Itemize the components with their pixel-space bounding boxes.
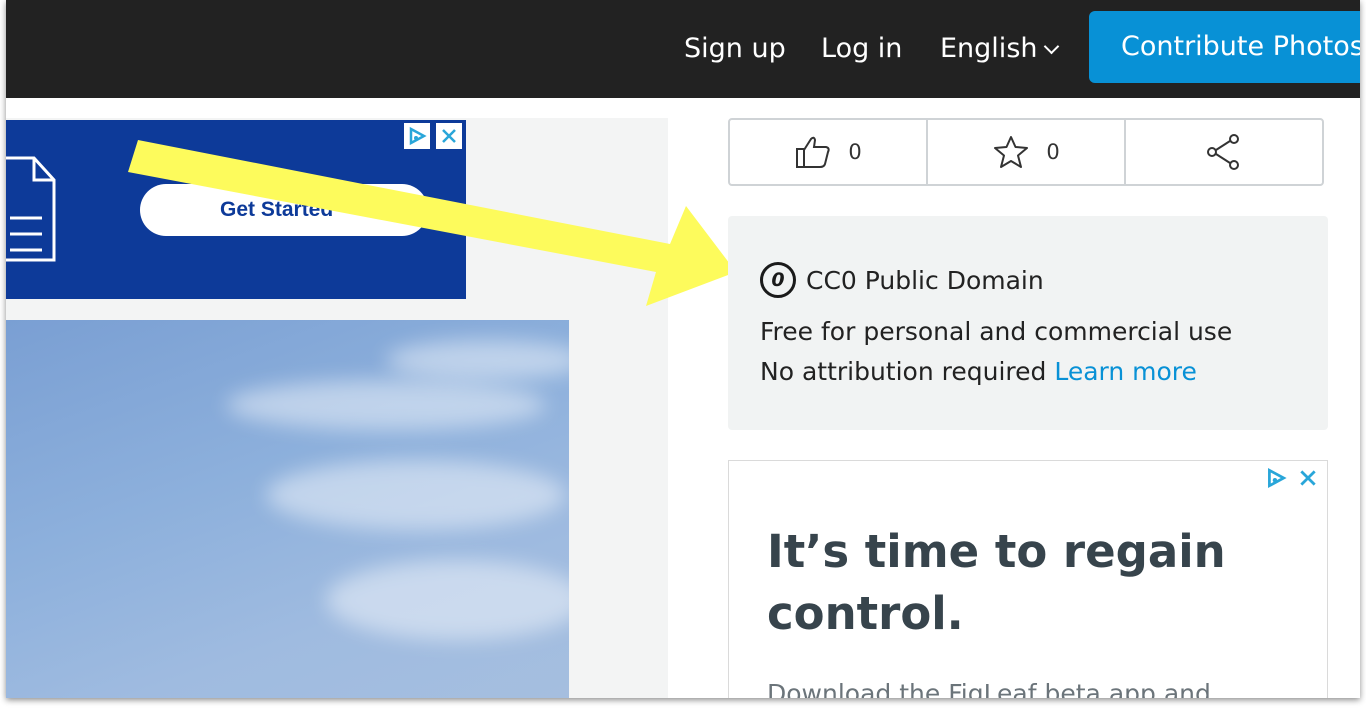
top-navigation-bar: Sign up Log in English Contribute Photos (6, 0, 1360, 98)
photo-actions-bar: 0 0 (728, 118, 1324, 186)
favorite-button[interactable]: 0 (928, 120, 1126, 184)
sidebar-ad[interactable]: It’s time to regain control. Download th… (728, 460, 1328, 698)
chevron-down-icon (1043, 38, 1059, 54)
language-selector[interactable]: English (940, 32, 1059, 66)
contribute-photos-button[interactable]: Contribute Photos (1089, 11, 1360, 83)
close-icon[interactable] (1295, 465, 1321, 491)
document-icon (6, 156, 56, 262)
share-button[interactable] (1126, 120, 1322, 184)
like-count: 0 (848, 140, 862, 164)
ad-headline: It’s time to regain control. (767, 525, 1226, 640)
get-started-button[interactable]: Get Started (140, 184, 428, 236)
browser-frame: Sign up Log in English Contribute Photos… (6, 0, 1360, 698)
cc0-icon: 0 (760, 262, 796, 298)
share-icon (1207, 134, 1239, 170)
thumbs-up-icon (796, 136, 830, 168)
banner-ad[interactable]: Get Started (6, 120, 466, 299)
adchoices-icon[interactable] (404, 123, 430, 149)
license-info-box: 0 CC0 Public Domain Free for personal an… (728, 216, 1328, 430)
learn-more-link[interactable]: Learn more (1054, 357, 1197, 386)
photo-sky[interactable] (6, 320, 569, 698)
ad-subtext: Download the FigLeaf beta app and (767, 679, 1211, 698)
sign-up-link[interactable]: Sign up (684, 32, 786, 66)
adchoices-icon[interactable] (1263, 465, 1289, 491)
like-button[interactable]: 0 (730, 120, 928, 184)
language-label: English (940, 33, 1038, 64)
license-attribution-line: No attribution required Learn more (760, 358, 1296, 386)
license-name: CC0 Public Domain (806, 265, 1044, 295)
star-icon (994, 136, 1029, 168)
attribution-text: No attribution required (760, 357, 1047, 386)
close-icon[interactable] (436, 123, 462, 149)
license-usage-text: Free for personal and commercial use (760, 317, 1233, 346)
license-title: 0 CC0 Public Domain (760, 260, 1296, 300)
favorite-count: 0 (1046, 140, 1060, 164)
log-in-link[interactable]: Log in (821, 32, 902, 66)
